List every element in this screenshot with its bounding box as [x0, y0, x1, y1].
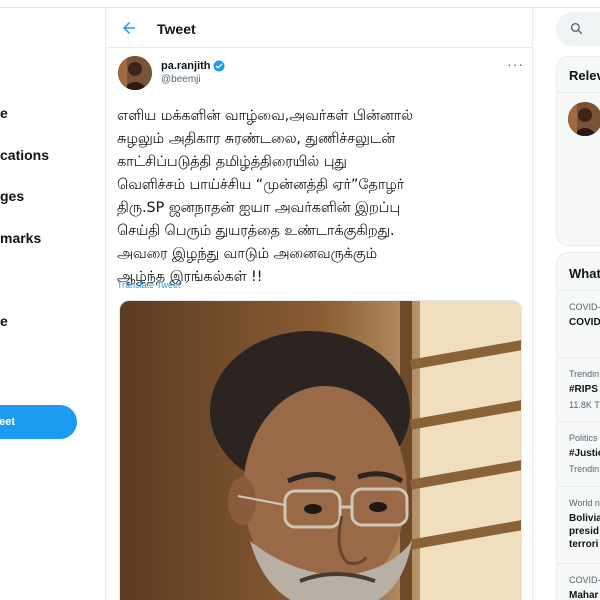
verified-badge-icon: [213, 60, 225, 72]
search-icon: [570, 22, 583, 35]
divider: [557, 290, 600, 291]
divider: [557, 563, 600, 564]
author-handle[interactable]: @beemji: [161, 74, 201, 85]
nav-item-messages[interactable]: ges: [0, 188, 24, 204]
tweet-button-label: eet: [0, 416, 15, 428]
relevant-people-card: [556, 56, 600, 246]
tweet-photo[interactable]: [119, 300, 522, 600]
avatar-image: [568, 102, 600, 136]
more-options-icon[interactable]: ···: [507, 56, 524, 72]
portrait-image: [120, 301, 521, 600]
main-column: Tweet pa.ranjith @beemji ··· எளிய மக்களி…: [105, 8, 533, 600]
trend-context: COVID-: [569, 302, 600, 312]
divider: [557, 486, 600, 487]
trends-title: What: [569, 266, 600, 281]
tweet-text: எளிய மக்களின் வாழ்வை,அவர்கள் பின்னால் சு…: [117, 108, 413, 285]
divider: [557, 357, 600, 358]
trend-item[interactable]: #RIPS: [569, 383, 598, 396]
nav-item-profile[interactable]: e: [0, 313, 8, 329]
trend-item[interactable]: Mahar: [569, 589, 598, 600]
trend-item[interactable]: COVID: [569, 316, 600, 329]
relevant-people-title: Relev: [569, 68, 600, 83]
translate-tweet-link[interactable]: Translate Tweet: [117, 280, 181, 290]
nav-item-notifications[interactable]: cations: [0, 147, 49, 163]
nav-item-home[interactable]: e: [0, 105, 8, 121]
trend-count: Trendin: [569, 464, 600, 474]
main-header: Tweet: [106, 8, 532, 48]
trend-context: Trendin: [569, 369, 600, 379]
trend-context: Politics: [569, 433, 598, 443]
browser-top-strip: [0, 0, 600, 8]
trend-count: 11.8K T: [569, 400, 600, 410]
trend-context: COVID-: [569, 575, 600, 585]
trend-item[interactable]: Bolivia presid terrori: [569, 512, 600, 551]
tweet-button[interactable]: eet: [0, 405, 77, 439]
left-navigation: e cations ges marks e eet: [0, 8, 105, 600]
relevant-person-avatar[interactable]: [568, 102, 600, 136]
nav-item-bookmarks[interactable]: marks: [0, 230, 41, 246]
trend-context: World n: [569, 498, 600, 508]
divider: [557, 92, 600, 93]
avatar-image: [118, 56, 152, 90]
divider: [557, 421, 600, 422]
author-avatar[interactable]: [118, 56, 152, 90]
trend-item[interactable]: #Justic: [569, 447, 600, 460]
page-title: Tweet: [157, 21, 196, 37]
back-arrow-icon[interactable]: [120, 19, 138, 37]
author-name[interactable]: pa.ranjith: [161, 60, 211, 72]
